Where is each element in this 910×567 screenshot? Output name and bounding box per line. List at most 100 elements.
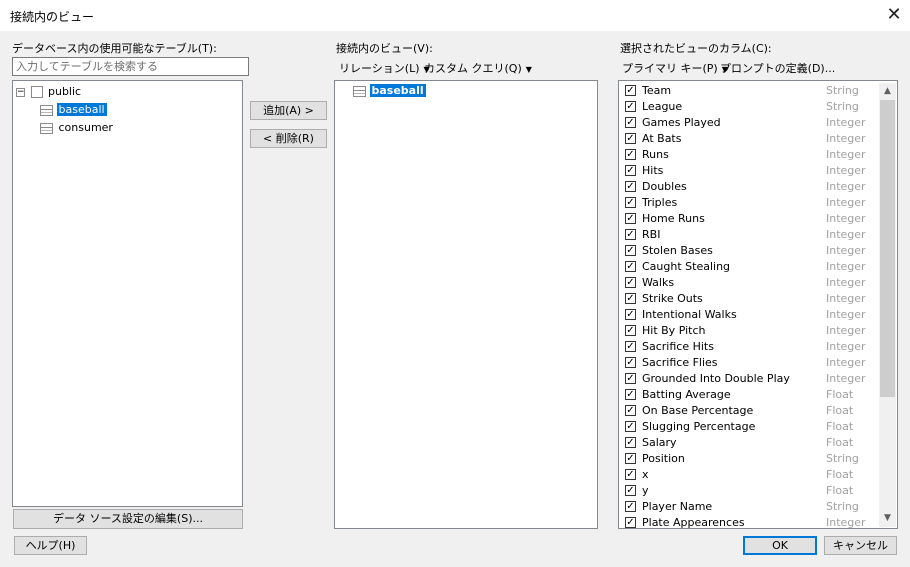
column-name: Position (642, 452, 685, 465)
columns-label: 選択されたビューのカラム(C): (620, 42, 772, 55)
columns-list-body: ✓ Team String ✓ League String ✓ Games Played Int… (619, 83, 881, 528)
column-checkbox[interactable]: ✓ (625, 245, 636, 256)
column-row[interactable]: ✓ Doubles Integer (619, 179, 879, 195)
cancel-button[interactable]: キャンセル (824, 536, 897, 555)
column-row[interactable]: ✓ Stolen Bases Integer (619, 243, 879, 259)
column-row[interactable]: ✓ On Base Percentage Float (619, 403, 879, 419)
column-checkbox[interactable]: ✓ (625, 229, 636, 240)
column-row[interactable]: ✓ Strike Outs Integer (619, 291, 879, 307)
column-row[interactable]: ✓ Plate Appearences Integer (619, 515, 879, 528)
column-row[interactable]: ✓ Games Played Integer (619, 115, 879, 131)
column-row[interactable]: ✓ Intentional Walks Integer (619, 307, 879, 323)
help-button[interactable]: ヘルプ(H) (14, 536, 87, 555)
column-row[interactable]: ✓ At Bats Integer (619, 131, 879, 147)
column-checkbox[interactable]: ✓ (625, 197, 636, 208)
views-list[interactable]: baseball (334, 80, 598, 529)
column-row[interactable]: ✓ Slugging Percentage Float (619, 419, 879, 435)
column-checkbox[interactable]: ✓ (625, 469, 636, 480)
available-tables-tree[interactable]: − public baseball consumer (12, 80, 243, 507)
column-checkbox[interactable]: ✓ (625, 149, 636, 160)
edit-datasource-button[interactable]: データ ソース設定の編集(S)... (13, 509, 243, 529)
tree-node-baseball[interactable]: baseball (40, 102, 107, 118)
prompt-definition-link[interactable]: プロンプトの定義(D)... (720, 60, 835, 76)
column-checkbox[interactable]: ✓ (625, 517, 636, 528)
table-icon (40, 122, 53, 134)
table-search-input[interactable] (12, 57, 249, 76)
column-checkbox[interactable]: ✓ (625, 485, 636, 496)
column-checkbox[interactable]: ✓ (625, 357, 636, 368)
column-checkbox[interactable]: ✓ (625, 101, 636, 112)
column-checkbox[interactable]: ✓ (625, 405, 636, 416)
dropdown-arrow-icon: ▼ (525, 64, 532, 74)
column-checkbox[interactable]: ✓ (625, 437, 636, 448)
column-row[interactable]: ✓ Hit By Pitch Integer (619, 323, 879, 339)
column-type: Integer (826, 132, 866, 145)
column-checkbox[interactable]: ✓ (625, 453, 636, 464)
add-button[interactable]: 追加(A) > (250, 101, 327, 120)
column-row[interactable]: ✓ y Float (619, 483, 879, 499)
column-row[interactable]: ✓ Walks Integer (619, 275, 879, 291)
tree-node-consumer[interactable]: consumer (40, 120, 113, 136)
columns-list[interactable]: ✓ Team String ✓ League String ✓ Games Played Int… (618, 80, 898, 529)
column-name: Sacrifice Flies (642, 356, 718, 369)
column-name: Player Name (642, 500, 713, 513)
column-checkbox[interactable]: ✓ (625, 181, 636, 192)
column-checkbox[interactable]: ✓ (625, 373, 636, 384)
scrollbar-thumb[interactable] (880, 100, 895, 397)
column-row[interactable]: ✓ x Float (619, 467, 879, 483)
column-row[interactable]: ✓ Runs Integer (619, 147, 879, 163)
column-checkbox[interactable]: ✓ (625, 293, 636, 304)
column-type: Integer (826, 356, 866, 369)
column-row[interactable]: ✓ League String (619, 99, 879, 115)
column-row[interactable]: ✓ Grounded Into Double Play Integer (619, 371, 879, 387)
column-row[interactable]: ✓ Triples Integer (619, 195, 879, 211)
column-type: String (826, 84, 859, 97)
column-checkbox[interactable]: ✓ (625, 117, 636, 128)
column-type: Integer (826, 260, 866, 273)
column-checkbox[interactable]: ✓ (625, 421, 636, 432)
column-row[interactable]: ✓ RBI Integer (619, 227, 879, 243)
column-checkbox[interactable]: ✓ (625, 501, 636, 512)
column-checkbox[interactable]: ✓ (625, 133, 636, 144)
column-checkbox[interactable]: ✓ (625, 389, 636, 400)
column-checkbox[interactable]: ✓ (625, 165, 636, 176)
tree-node-label: public (48, 85, 82, 98)
column-name: Home Runs (642, 212, 705, 225)
column-checkbox[interactable]: ✓ (625, 261, 636, 272)
column-checkbox[interactable]: ✓ (625, 341, 636, 352)
column-row[interactable]: ✓ Batting Average Float (619, 387, 879, 403)
scroll-down-icon[interactable]: ▼ (879, 510, 896, 527)
relation-menu[interactable]: リレーション(L) ▼ (339, 60, 430, 76)
column-row[interactable]: ✓ Sacrifice Hits Integer (619, 339, 879, 355)
column-row[interactable]: ✓ Home Runs Integer (619, 211, 879, 227)
custom-query-menu[interactable]: カスタム クエリ(Q) ▼ (424, 60, 532, 76)
column-name: Strike Outs (642, 292, 703, 305)
ok-button[interactable]: OK (743, 536, 817, 555)
column-checkbox[interactable]: ✓ (625, 85, 636, 96)
column-type: Integer (826, 212, 866, 225)
column-row[interactable]: ✓ Team String (619, 83, 879, 99)
column-checkbox[interactable]: ✓ (625, 325, 636, 336)
column-name: Intentional Walks (642, 308, 737, 321)
column-row[interactable]: ✓ Salary Float (619, 435, 879, 451)
primary-key-menu[interactable]: プライマリ キー(P) ▼ (622, 60, 728, 76)
view-item-baseball[interactable]: baseball (353, 83, 426, 99)
scroll-up-icon[interactable]: ▲ (879, 83, 896, 100)
collapse-toggle-icon[interactable]: − (16, 87, 25, 97)
column-checkbox[interactable]: ✓ (625, 213, 636, 224)
column-row[interactable]: ✓ Position String (619, 451, 879, 467)
column-row[interactable]: ✓ Sacrifice Flies Integer (619, 355, 879, 371)
column-checkbox[interactable]: ✓ (625, 309, 636, 320)
column-row[interactable]: ✓ Player Name String (619, 499, 879, 515)
column-type: Integer (826, 372, 866, 385)
remove-button[interactable]: < 削除(R) (250, 129, 327, 148)
column-checkbox[interactable]: ✓ (625, 277, 636, 288)
view-item-label: baseball (369, 84, 426, 97)
close-icon[interactable]: ✕ (885, 6, 903, 24)
column-name: League (642, 100, 683, 113)
tree-node-public[interactable]: − public (16, 84, 81, 100)
column-type: Integer (826, 244, 866, 257)
column-row[interactable]: ✓ Hits Integer (619, 163, 879, 179)
custom-query-menu-label: カスタム クエリ(Q) (424, 62, 522, 75)
column-row[interactable]: ✓ Caught Stealing Integer (619, 259, 879, 275)
